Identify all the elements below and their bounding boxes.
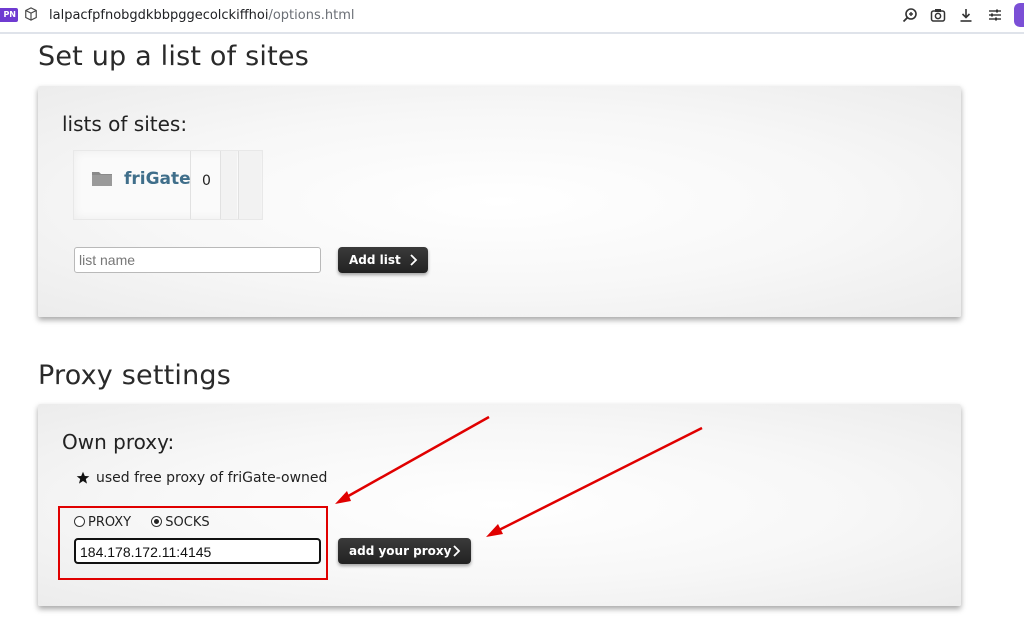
annotation-arrow (486, 426, 703, 537)
annotation-arrow (335, 415, 490, 504)
annotation-arrows (335, 415, 703, 537)
